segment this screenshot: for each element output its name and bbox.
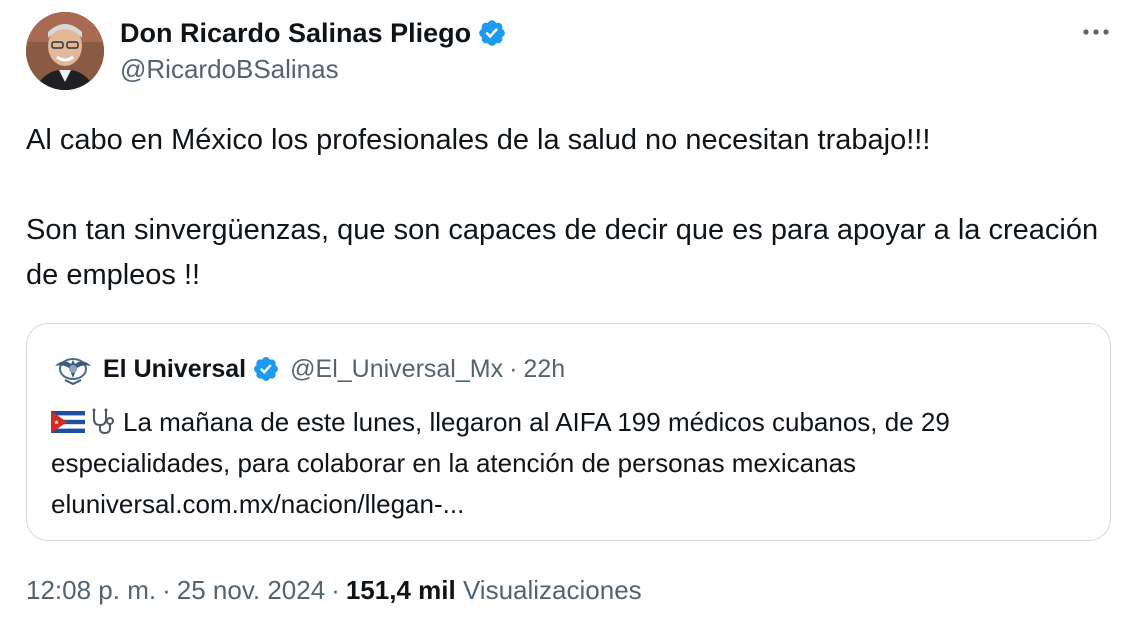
quote-timestamp[interactable]: 22h — [523, 355, 565, 384]
views-count[interactable]: 151,4 mil — [346, 575, 456, 605]
author-handle[interactable]: @RicardoBSalinas — [120, 54, 339, 85]
quote-separator: · — [509, 354, 518, 383]
footer-separator-2: · — [331, 575, 340, 605]
cuba-flag-icon — [51, 411, 85, 433]
profile-photo-avatar — [26, 12, 104, 90]
quote-author-name[interactable]: El Universal — [103, 355, 246, 384]
quote-author-handle[interactable]: @El_Universal_Mx — [290, 355, 503, 384]
tweet-footer: 12:08 p. m. · 25 nov. 2024 · 151,4 mil Visua… — [26, 575, 642, 606]
author-name[interactable]: Don Ricardo Salinas Pliego — [120, 18, 471, 49]
views-label: Visualizaciones — [462, 575, 642, 605]
quote-verified-badge-icon — [254, 357, 279, 381]
author-name-row: Don Ricardo Salinas Pliego — [120, 14, 507, 52]
quote-text: La mañana de este lunes, llegaron al AIF… — [51, 402, 1091, 525]
el-universal-logo-icon — [55, 358, 91, 386]
quoted-tweet-card[interactable]: El Universal @El_Universal_Mx · 22h La m… — [26, 323, 1111, 541]
tweet: Don Ricardo Salinas Pliego @RicardoBSali… — [0, 0, 1135, 620]
quote-header: El Universal @El_Universal_Mx · 22h — [51, 352, 565, 386]
tweet-paragraph-1: Al cabo en México los profesionales de l… — [26, 124, 931, 156]
tweet-time[interactable]: 12:08 p. m. — [26, 575, 156, 605]
verified-badge-icon[interactable] — [477, 18, 507, 48]
avatar[interactable] — [26, 12, 104, 90]
quote-link[interactable]: eluniversal.com.mx/nacion/llegan-... — [51, 489, 464, 519]
stethoscope-icon — [92, 408, 114, 435]
tweet-paragraph-2: Son tan sinvergüenzas, que son capaces d… — [26, 214, 1099, 291]
footer-separator: · — [162, 575, 171, 605]
more-options-icon[interactable] — [1076, 14, 1116, 50]
quote-body: La mañana de este lunes, llegaron al AIF… — [51, 407, 950, 478]
tweet-date[interactable]: 25 nov. 2024 — [177, 575, 325, 605]
tweet-text: Al cabo en México los profesionales de l… — [26, 118, 1121, 298]
